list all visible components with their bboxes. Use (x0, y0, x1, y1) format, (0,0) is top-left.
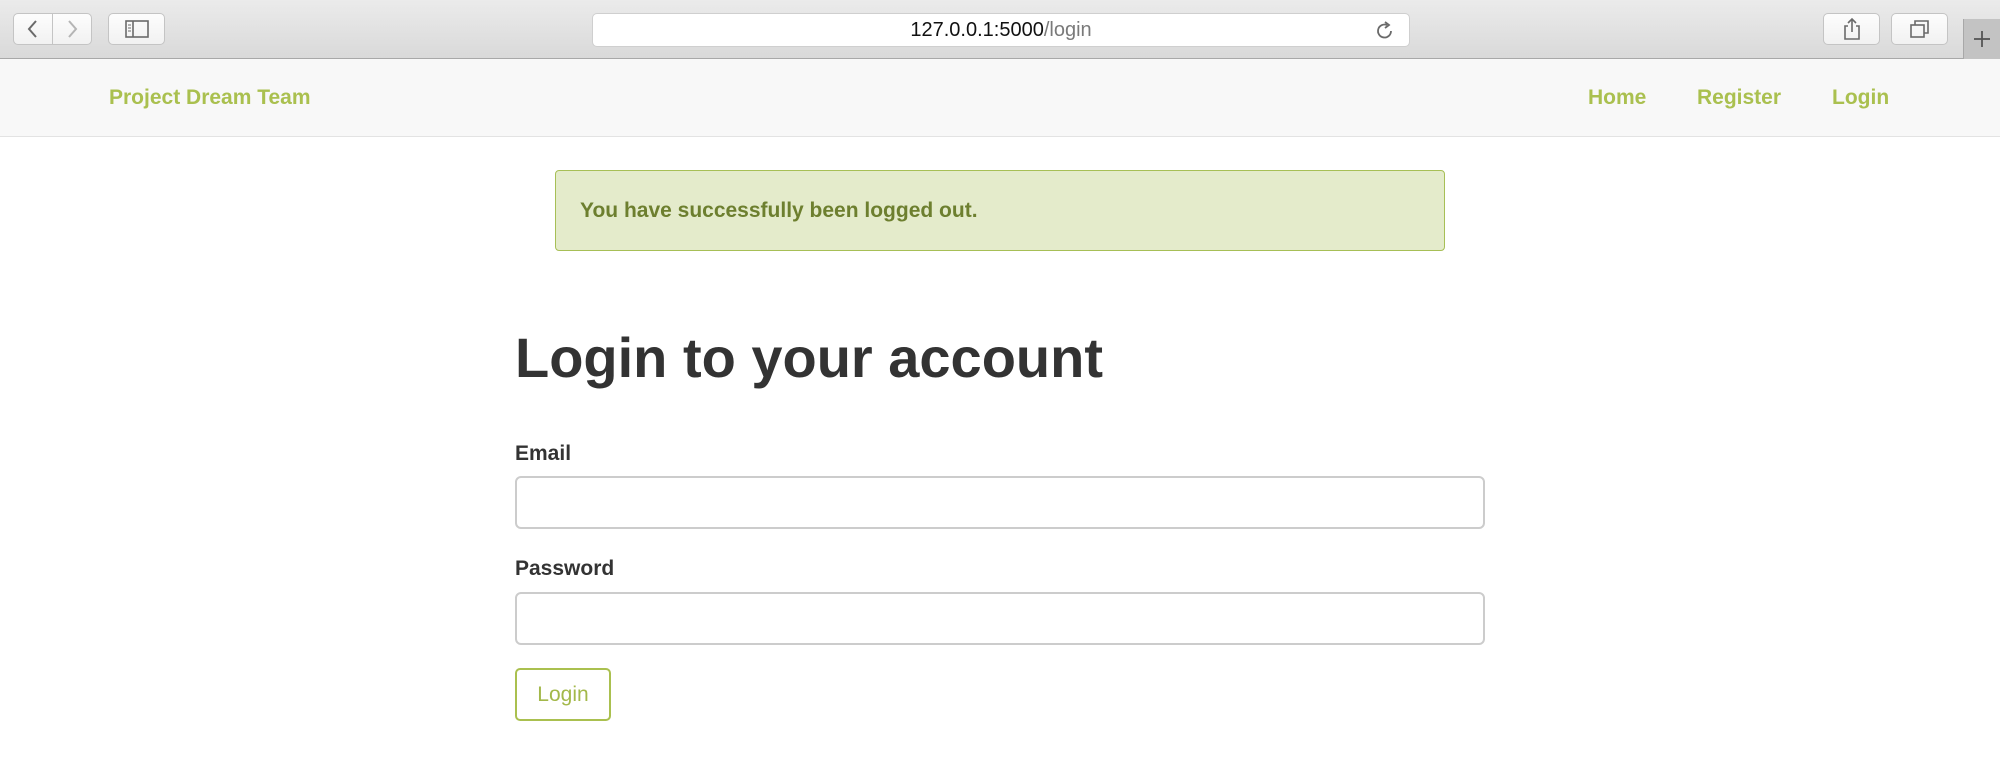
email-field[interactable] (515, 476, 1485, 529)
brand-link[interactable]: Project Dream Team (109, 86, 311, 110)
share-icon (1843, 17, 1860, 40)
chevron-left-icon (27, 20, 37, 38)
logout-success-alert: You have successfully been logged out. (555, 170, 1445, 251)
sidebar-icon (124, 20, 149, 38)
back-button[interactable] (13, 13, 53, 45)
login-button[interactable]: Login (515, 668, 611, 721)
browser-toolbar: 127.0.0.1:5000/login (0, 0, 2000, 59)
password-field[interactable] (515, 592, 1485, 645)
nav-link-login[interactable]: Login (1832, 86, 1889, 110)
nav-link-home[interactable]: Home (1588, 86, 1646, 110)
chevron-right-icon (68, 20, 78, 38)
new-tab-button[interactable] (1963, 19, 2000, 59)
password-label: Password (515, 557, 615, 580)
show-tabs-button[interactable] (1891, 13, 1948, 45)
forward-button[interactable] (52, 13, 92, 45)
nav-link-register[interactable]: Register (1697, 86, 1781, 110)
address-bar[interactable]: 127.0.0.1:5000/login (592, 13, 1410, 47)
share-button[interactable] (1823, 13, 1880, 45)
tabs-overview-icon (1909, 20, 1929, 38)
plus-icon (1974, 31, 1990, 47)
alert-message: You have successfully been logged out. (580, 199, 978, 222)
site-navbar: Project Dream Team Home Register Login (0, 59, 2000, 137)
page-title: Login to your account (515, 326, 1103, 389)
email-label: Email (515, 442, 572, 465)
reload-icon[interactable] (1375, 20, 1395, 42)
url-path: /login (1043, 18, 1092, 41)
url-host: 127.0.0.1:5000 (910, 18, 1044, 41)
sidebar-toggle-button[interactable] (108, 13, 165, 45)
